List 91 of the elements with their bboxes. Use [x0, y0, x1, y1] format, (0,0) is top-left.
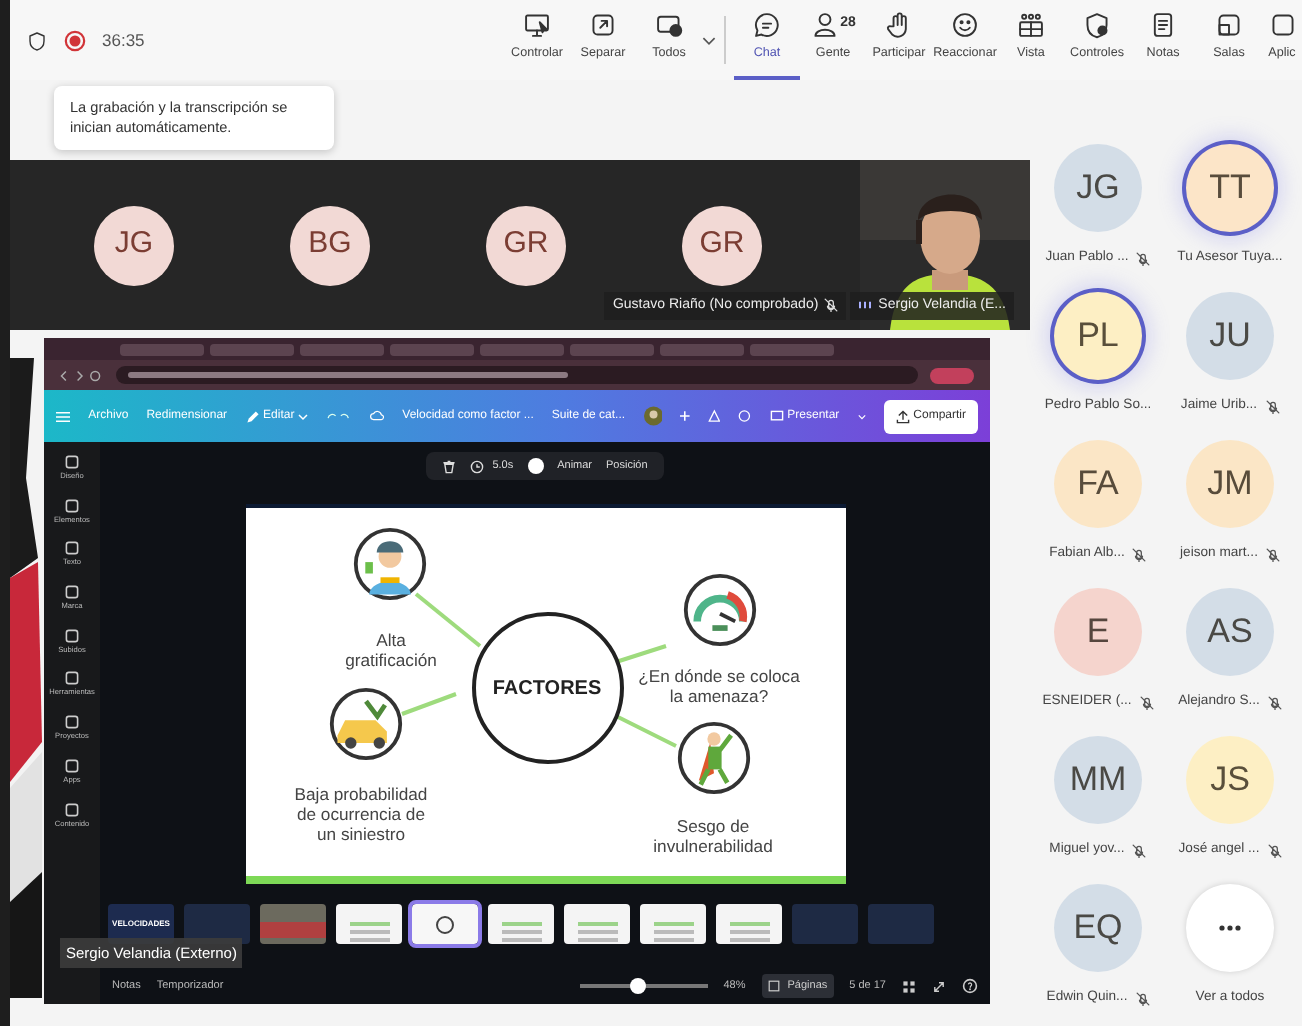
slide-thumbnail[interactable] — [792, 904, 858, 944]
avatar: GR — [486, 205, 566, 285]
caret-icon — [298, 411, 309, 421]
help-icon[interactable] — [962, 978, 978, 994]
expand-icon[interactable] — [932, 979, 946, 993]
speedometer-icon — [681, 572, 757, 648]
chat-icon — [752, 10, 782, 40]
avatar[interactable]: JM — [1186, 440, 1274, 528]
profile-button[interactable] — [930, 367, 974, 383]
connector-line — [614, 644, 666, 664]
avatar[interactable]: FA — [1054, 440, 1142, 528]
connector-line — [400, 692, 456, 716]
avatar[interactable]: MM — [1054, 736, 1142, 824]
undo-redo-icon[interactable] — [326, 409, 352, 423]
shield-icon — [1082, 10, 1112, 40]
trash-icon[interactable] — [442, 459, 457, 473]
connector-line — [413, 592, 481, 648]
ellipsis-icon — [1218, 924, 1242, 932]
chevron-down-icon[interactable] — [702, 33, 716, 47]
upload-icon — [895, 409, 910, 423]
browser-tab[interactable] — [750, 343, 834, 355]
avatar: GR — [682, 205, 762, 285]
smiley-icon — [950, 10, 980, 40]
factor-label: Baja probabilidad de ocurrencia de un siniestro — [294, 786, 428, 846]
browser-tab[interactable] — [480, 343, 564, 355]
browser-tab[interactable] — [300, 343, 384, 355]
hero-icon — [675, 720, 751, 796]
avatar-icon[interactable] — [643, 404, 663, 428]
address-bar[interactable] — [116, 366, 918, 384]
browser-tab[interactable] — [390, 343, 474, 355]
rounded-square-icon — [63, 497, 80, 514]
menu-icon[interactable] — [56, 409, 71, 423]
factor-label: Sesgo de invulnerabilidad — [653, 818, 773, 858]
avatar: JG — [94, 205, 174, 285]
avatar[interactable]: E — [1054, 588, 1142, 676]
notepad-icon — [1148, 10, 1178, 40]
screen-icon — [654, 10, 684, 40]
factor-label: ¿En dónde se coloca la amenaza? — [638, 668, 800, 708]
avatar[interactable]: PL — [1054, 292, 1142, 380]
slide-thumbnail[interactable] — [336, 904, 402, 944]
square-icon — [1267, 10, 1297, 40]
avatar[interactable]: EQ — [1054, 884, 1142, 972]
more-button[interactable] — [1186, 884, 1274, 972]
browser-tab[interactable] — [210, 343, 294, 355]
cloud-icon — [369, 408, 385, 424]
meeting-timer: 36:35 — [102, 27, 145, 53]
factor-label: Alta gratificación — [345, 632, 437, 672]
avatar: BG — [290, 205, 370, 285]
presentation-icon — [769, 409, 784, 423]
slide-thumbnail[interactable] — [868, 904, 934, 944]
pop-out-icon — [588, 10, 618, 40]
color-swatch[interactable] — [527, 458, 544, 474]
plus-icon[interactable] — [680, 410, 690, 422]
slide-thumbnail[interactable] — [640, 904, 706, 944]
person-icon — [810, 10, 841, 40]
rounded-square-icon — [64, 757, 80, 774]
clock-icon — [470, 459, 485, 473]
rounded-square-icon — [63, 454, 80, 470]
pencil-icon — [245, 409, 260, 423]
avatar[interactable]: TT — [1186, 144, 1274, 232]
slide-thumbnail[interactable] — [716, 904, 782, 944]
slide-thumbnail[interactable] — [564, 904, 630, 944]
rounded-square-icon — [63, 540, 80, 557]
rounded-square-icon — [63, 670, 80, 687]
shield-icon — [26, 29, 48, 51]
grid-icon[interactable] — [902, 979, 916, 993]
browser-tab[interactable] — [120, 343, 204, 355]
square-icon — [1214, 10, 1244, 40]
layout-icon — [1016, 10, 1046, 40]
browser-tab[interactable] — [570, 343, 654, 355]
avatar[interactable]: JG — [1054, 144, 1142, 232]
slide-thumbnail[interactable] — [412, 904, 478, 944]
avatar[interactable]: JS — [1186, 736, 1274, 824]
navigation-icon[interactable] — [60, 369, 104, 381]
factors-circle: FACTORES — [471, 612, 623, 764]
rounded-square-icon — [64, 801, 80, 817]
slide-thumbnail[interactable] — [488, 904, 554, 944]
browser-tab[interactable] — [660, 343, 744, 355]
pages-icon — [767, 980, 780, 992]
slider-thumb[interactable] — [629, 978, 646, 994]
caret-icon[interactable] — [857, 411, 866, 421]
slide-thumbnail[interactable] — [260, 904, 326, 944]
rounded-square-icon — [63, 714, 80, 731]
avatar[interactable]: AS — [1186, 588, 1274, 676]
person-icon — [351, 526, 427, 602]
rounded-square-icon — [63, 627, 80, 644]
connector-line — [614, 714, 676, 748]
rounded-square-icon — [64, 584, 80, 601]
avatar[interactable]: JU — [1186, 292, 1274, 380]
monitor-icon — [522, 10, 552, 40]
car-icon — [327, 686, 403, 762]
